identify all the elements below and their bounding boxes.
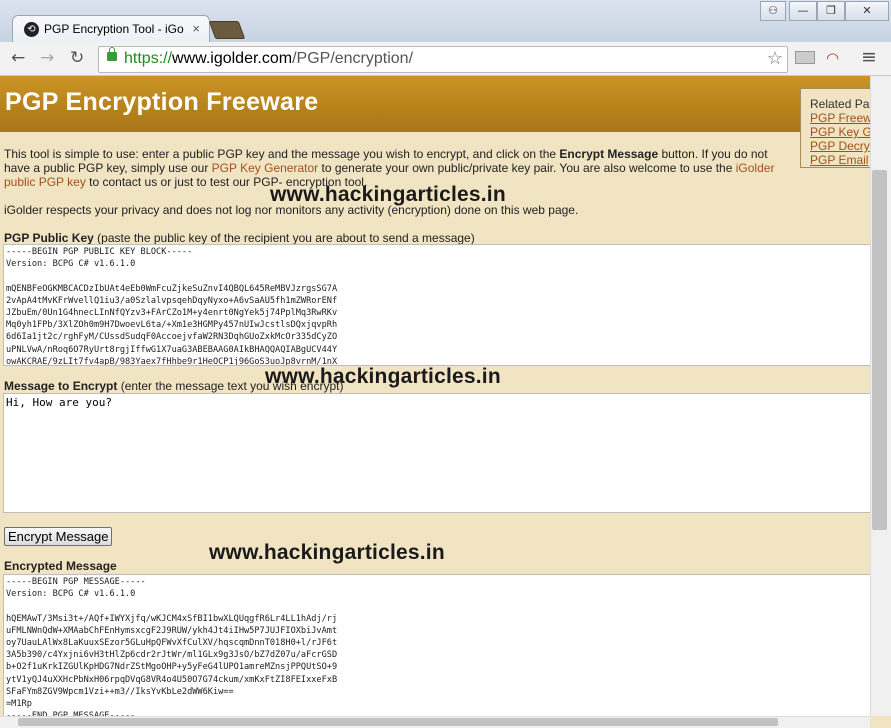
watermark-text: www.hackingarticles.in [209,541,445,564]
watermark-text: www.hackingarticles.in [265,365,501,388]
tab-title: PGP Encryption Tool - iGolder [44,22,184,36]
tab-close-icon[interactable]: × [192,21,200,36]
message-textarea[interactable]: Hi, How are you? [3,393,870,513]
page-title: PGP Encryption Freeware [5,88,319,116]
restore-button[interactable]: ❐ [817,1,845,21]
close-window-button[interactable]: ✕ [845,1,889,21]
encrypted-message-label: Encrypted Message [4,559,117,573]
encrypted-message-textarea[interactable]: -----BEGIN PGP MESSAGE----- Version: BCP… [3,574,870,716]
menu-icon[interactable]: ≡ [861,46,877,68]
horizontal-scroll-thumb[interactable] [18,718,778,726]
pgp-key-generator-link[interactable]: PGP Key Generator [212,161,319,175]
encrypt-message-button[interactable]: Encrypt Message [4,527,113,546]
user-icon[interactable]: ⚇ [760,1,786,21]
forward-icon[interactable]: → [40,48,54,68]
lock-icon [107,47,117,61]
related-heading: Related Pa [810,97,870,111]
bookmark-star-icon[interactable]: ☆ [767,48,783,69]
public-key-label: PGP Public Key (paste the public key of … [4,231,475,245]
minimize-button[interactable]: — [789,1,817,21]
address-url: https://www.igolder.com/PGP/encryption/ [124,50,414,67]
intro-bold: Encrypt Message [559,147,659,161]
related-pages-panel: Related Pa PGP Freew PGP Key G PGP Decry… [800,88,870,168]
related-link-pgp-key-generator[interactable]: PGP Key G [810,125,870,139]
favicon-icon: ⟲ [24,22,39,37]
back-icon[interactable]: ← [11,48,25,68]
cast-icon[interactable]: ◠ [826,49,839,67]
extension-icon[interactable] [795,51,815,64]
related-link-pgp-freeware[interactable]: PGP Freew [810,111,870,125]
address-bar[interactable]: https://www.igolder.com/PGP/encryption/ … [98,46,788,73]
public-key-textarea[interactable]: -----BEGIN PGP PUBLIC KEY BLOCK----- Ver… [3,244,870,366]
page-viewport: PGP Encryption Freeware Related Pa PGP F… [0,76,870,716]
related-link-pgp-decryption[interactable]: PGP Decry [810,139,870,153]
vertical-scroll-thumb[interactable] [872,170,887,530]
watermark-text: www.hackingarticles.in [270,183,506,206]
browser-tab[interactable]: ⟲ PGP Encryption Tool - iGolder × [12,15,210,44]
page-banner: PGP Encryption Freeware [0,76,870,132]
reload-icon[interactable]: ↻ [70,48,84,68]
related-link-pgp-email[interactable]: PGP Email [810,153,868,167]
new-tab-button[interactable] [208,21,246,39]
